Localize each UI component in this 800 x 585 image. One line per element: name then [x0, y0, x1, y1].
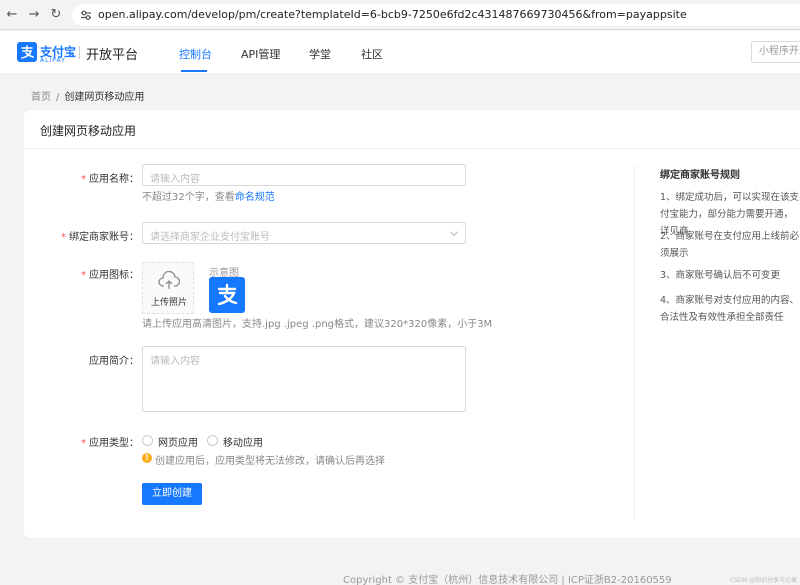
mobile-app-label[interactable]: 移动应用 — [223, 434, 263, 449]
page-title: 创建网页移动应用 — [40, 124, 137, 138]
required-mark: * — [81, 270, 86, 281]
reload-icon[interactable]: ↻ — [48, 7, 64, 23]
warning-icon: ! — [142, 453, 152, 463]
app-name-input[interactable]: 请输入内容 — [142, 164, 466, 186]
app-intro-textarea[interactable]: 请输入内容 — [142, 346, 466, 412]
merchant-account-label: * 绑定商家账号： — [61, 232, 139, 243]
upload-label: 上传照片 — [150, 298, 187, 308]
rule-item: 2、商家账号在支付应用上线前必须展示 — [660, 231, 800, 259]
browser-toolbar: ← → ↻ open.alipay.com/develop/pm/create?… — [0, 0, 800, 30]
required-mark: * — [81, 438, 86, 449]
breadcrumb-current: 创建网页移动应用 — [64, 92, 145, 103]
alipay-sample-icon — [209, 277, 245, 313]
upload-photo-button[interactable]: 上传照片 — [142, 262, 194, 314]
app-name-hint: 不超过32个字，查看命名规范 — [142, 192, 275, 203]
app-intro-label: 应用简介： — [89, 356, 139, 367]
cloud-upload-icon — [158, 271, 180, 289]
search-input[interactable]: 小程序开发 — [751, 41, 800, 63]
create-now-button[interactable]: 立即创建 — [142, 483, 202, 505]
required-mark: * — [81, 174, 86, 185]
forward-arrow-icon[interactable]: → — [26, 7, 42, 23]
merchant-placeholder: 请选择商家企业支付宝账号 — [150, 232, 270, 243]
back-arrow-icon[interactable]: ← — [4, 7, 20, 23]
web-app-label[interactable]: 网页应用 — [158, 434, 198, 449]
rule-item: 4、商家账号对支付应用的内容、合法性及有效性承担全部责任 — [660, 295, 800, 323]
app-name-label: * 应用名称： — [81, 174, 139, 185]
app-icon-label: * 应用图标： — [81, 270, 139, 281]
rules-title: 绑定商家账号规则 — [660, 170, 740, 181]
nav-console[interactable]: 控制台 — [179, 46, 212, 62]
logo-subtext: ALIPAY — [40, 57, 66, 64]
platform-name: 开放平台 — [86, 48, 139, 63]
vertical-divider — [634, 165, 635, 520]
nav-api-management[interactable]: API管理 — [241, 46, 280, 62]
app-type-warning: 创建应用后，应用类型将无法修改，请确认后再选择 — [155, 456, 385, 467]
breadcrumb-separator: / — [56, 92, 60, 103]
required-mark: * — [61, 232, 66, 243]
nav-community[interactable]: 社区 — [361, 46, 383, 62]
nav-academy[interactable]: 学堂 — [309, 46, 331, 62]
site-settings-icon[interactable] — [80, 9, 92, 21]
breadcrumb-home[interactable]: 首页 — [31, 92, 51, 103]
top-navigation: 支付宝 ALIPAY 开放平台 控制台 API管理 学堂 社区 小程序开发 — [0, 31, 800, 73]
footer-copyright: Copyright © 支付宝（杭州）信息技术有限公司 | ICP证浙B2-20… — [343, 575, 672, 585]
mobile-app-radio[interactable] — [207, 435, 218, 446]
alipay-logo-icon[interactable] — [17, 42, 37, 62]
logo-divider — [79, 46, 80, 59]
app-type-label: * 应用类型： — [81, 438, 139, 449]
watermark: CSDN @知识分享与记录 — [730, 577, 798, 584]
nav-active-indicator — [181, 70, 207, 72]
web-app-radio[interactable] — [142, 435, 153, 446]
breadcrumb: 首页 / 创建网页移动应用 — [31, 88, 144, 103]
naming-rules-link[interactable]: 命名规范 — [235, 192, 275, 203]
chevron-down-icon — [449, 227, 459, 237]
merchant-account-select[interactable]: 请选择商家企业支付宝账号 — [142, 222, 466, 244]
rule-item: 3、商家账号确认后不可变更 — [660, 270, 781, 281]
card-divider — [24, 148, 800, 149]
url-text[interactable]: open.alipay.com/develop/pm/create?templa… — [98, 8, 687, 21]
address-bar[interactable]: open.alipay.com/develop/pm/create?templa… — [72, 4, 800, 26]
icon-upload-hint: 请上传应用高清图片，支持.jpg .jpeg .png格式，建议320*320像… — [142, 319, 493, 330]
